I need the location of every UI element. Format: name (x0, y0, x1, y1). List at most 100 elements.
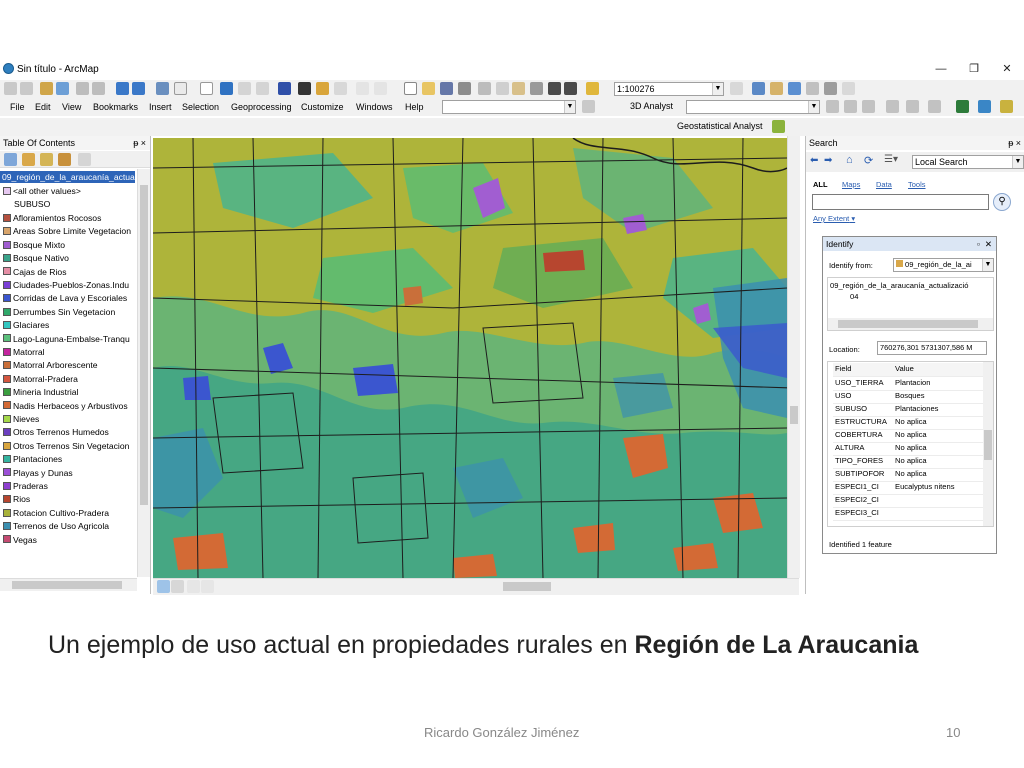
search-scope-combo[interactable]: Local Search ▼ (912, 155, 1024, 169)
close-button[interactable]: ✕ (998, 62, 1016, 76)
list-by-source-icon[interactable] (22, 153, 35, 166)
layout-view-icon[interactable] (171, 580, 184, 593)
add-data-icon[interactable] (586, 82, 599, 95)
search-input[interactable] (812, 194, 989, 210)
toc-class-item[interactable]: Mineria Industrial (3, 386, 78, 398)
list-by-visibility-icon[interactable] (40, 153, 53, 166)
toc-class-item[interactable]: Rios (3, 493, 30, 505)
attribute-row[interactable]: SUBTIPOFOR No aplica (833, 468, 993, 482)
attribute-row[interactable]: ESTRUCTURA No aplica (833, 416, 993, 430)
identify-from-combo[interactable]: 09_región_de_la_ai ▼ (893, 258, 994, 272)
toc-layer-name[interactable]: 09_región_de_la_araucanía_actual (0, 171, 137, 183)
geostatistical-wizard-icon[interactable] (772, 120, 785, 133)
pan-icon[interactable] (40, 82, 53, 95)
contour-icon[interactable] (844, 100, 857, 113)
select-features-icon[interactable] (156, 82, 169, 95)
python-icon[interactable] (824, 82, 837, 95)
interpolate-icon[interactable] (928, 100, 941, 113)
select-elements-icon[interactable] (200, 82, 213, 95)
search-pin-close[interactable]: ᵽ × (1008, 136, 1021, 150)
map-vertical-scrollbar[interactable] (787, 136, 800, 578)
copy-icon[interactable] (496, 82, 509, 95)
tree-layer-node[interactable]: 09_región_de_la_araucanía_actualizació (830, 281, 968, 290)
attribute-row[interactable]: ESPECI3_CI (833, 507, 993, 521)
menu-help[interactable]: Help (405, 102, 424, 112)
location-value[interactable]: 760276,301 5731307,586 M (877, 341, 987, 355)
toc-class-item[interactable]: Otros Terrenos Humedos (3, 426, 109, 438)
attribute-row[interactable]: SUBUSO Plantaciones (833, 403, 993, 417)
menu-bookmarks[interactable]: Bookmarks (93, 102, 138, 112)
search-options-icon[interactable]: ☰▾ (884, 154, 898, 165)
attribute-row[interactable]: USO Bosques (833, 390, 993, 404)
toc-horizontal-scrollbar[interactable] (0, 578, 137, 591)
pause-drawing-icon[interactable] (201, 580, 214, 593)
menu-edit[interactable]: Edit (35, 102, 51, 112)
list-by-selection-icon[interactable] (58, 153, 71, 166)
toc-scroll-thumb[interactable] (140, 185, 148, 505)
save-icon[interactable] (440, 82, 453, 95)
menu-insert[interactable]: Insert (149, 102, 172, 112)
find-route-icon[interactable] (316, 82, 329, 95)
profile-graph-icon[interactable] (906, 100, 919, 113)
menu-file[interactable]: File (10, 102, 25, 112)
toc-class-item[interactable]: Derrumbes Sin Vegetacion (3, 306, 115, 318)
3d-layer-combo[interactable]: ▼ (686, 100, 820, 114)
list-by-drawing-order-icon[interactable] (4, 153, 17, 166)
search-tab-data[interactable]: Data (876, 180, 892, 189)
search-tab-tools[interactable]: Tools (908, 180, 926, 189)
toc-hscroll-thumb[interactable] (12, 581, 122, 589)
toc-all-other-values[interactable]: <all other values> (3, 185, 81, 197)
minimize-button[interactable]: — (932, 62, 950, 76)
cut-icon[interactable] (478, 82, 491, 95)
forward-arrow-icon[interactable]: ➡ (824, 155, 832, 166)
menu-windows[interactable]: Windows (356, 102, 393, 112)
attribute-row[interactable]: COBERTURA No aplica (833, 429, 993, 443)
toc-class-item[interactable]: Afloramientos Rocosos (3, 212, 101, 224)
zoom-out-icon[interactable] (20, 82, 33, 95)
print-icon[interactable] (458, 82, 471, 95)
hyperlink-icon[interactable] (238, 82, 251, 95)
map-hscroll-thumb[interactable] (503, 582, 551, 591)
tree-feature-node[interactable]: 04 (850, 292, 858, 301)
attribute-row[interactable]: USO_TIERRA Plantacion (833, 377, 993, 391)
line-of-sight-icon[interactable] (886, 100, 899, 113)
grid-vscroll-thumb[interactable] (984, 430, 992, 460)
toc-class-item[interactable]: Nadis Herbaceos y Arbustivos (3, 400, 128, 412)
find-icon[interactable] (298, 82, 311, 95)
open-icon[interactable] (422, 82, 435, 95)
toc-class-item[interactable]: Cajas de Rios (3, 266, 67, 278)
home-icon[interactable]: ⌂ (846, 154, 853, 166)
toc-class-item[interactable]: Terrenos de Uso Agricola (3, 520, 109, 532)
menu-selection[interactable]: Selection (182, 102, 219, 112)
options-icon[interactable] (78, 153, 91, 166)
menu-3d-analyst[interactable]: 3D Analyst (630, 101, 673, 111)
time-slider-icon[interactable] (356, 82, 369, 95)
arcscene-icon[interactable] (956, 100, 969, 113)
search-tab-all[interactable]: ALL (813, 180, 828, 189)
arcglobe-icon[interactable] (978, 100, 991, 113)
search-icon[interactable]: ⚲ (993, 193, 1011, 211)
add-3d-data-icon[interactable] (1000, 100, 1013, 113)
back-extent-icon[interactable] (116, 82, 129, 95)
create-viewer-icon[interactable] (374, 82, 387, 95)
menu-geoprocessing[interactable]: Geoprocessing (231, 102, 292, 112)
toc-class-item[interactable]: Bosque Nativo (3, 252, 69, 264)
identify-maximize-icon[interactable]: ▫ (977, 237, 980, 251)
identify-icon[interactable] (220, 82, 233, 95)
measure-icon[interactable] (278, 82, 291, 95)
any-extent-link[interactable]: Any Extent ▾ (813, 214, 855, 223)
toc-class-item[interactable]: Bosque Mixto (3, 239, 65, 251)
clear-selection-icon[interactable] (174, 82, 187, 95)
editor-toolbar-icon[interactable] (730, 82, 743, 95)
georeferencing-icon[interactable] (582, 100, 595, 113)
full-extent-icon[interactable] (56, 82, 69, 95)
toc-class-item[interactable]: Lago-Laguna-Embalse-Tranqu (3, 333, 130, 345)
paste-icon[interactable] (512, 82, 525, 95)
fixed-zoom-in-icon[interactable] (76, 82, 89, 95)
map-display[interactable] (153, 138, 787, 578)
toc-class-item[interactable]: Vegas (3, 534, 37, 546)
forward-extent-icon[interactable] (132, 82, 145, 95)
table-of-contents-icon[interactable] (752, 82, 765, 95)
toc-class-item[interactable]: Corridas de Lava y Escoriales (3, 292, 127, 304)
toc-vertical-scrollbar[interactable] (137, 169, 150, 577)
